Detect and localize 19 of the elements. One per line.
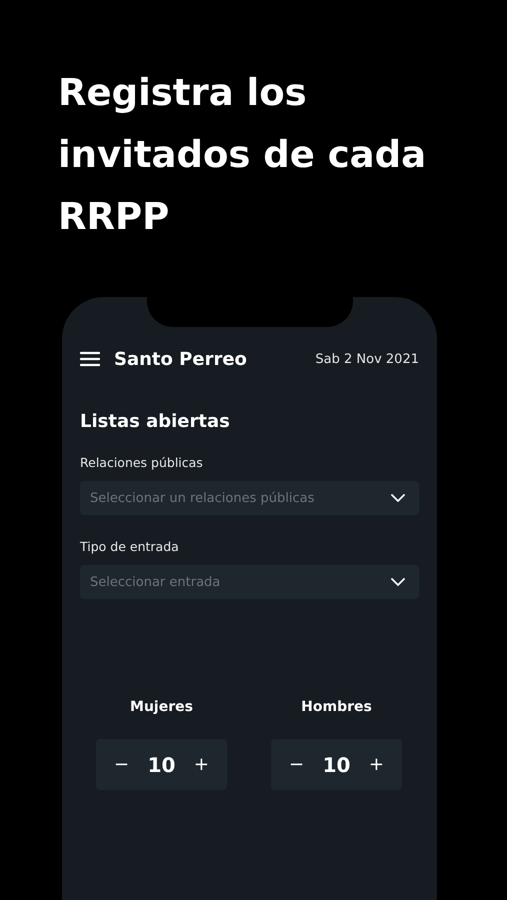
select-placeholder: Seleccionar entrada	[90, 574, 220, 590]
section-title: Listas abiertas	[80, 411, 231, 433]
increment-button[interactable]: +	[192, 754, 211, 775]
counter-label: Mujeres	[130, 699, 193, 717]
select-placeholder: Seleccionar un relaciones públicas	[90, 490, 314, 506]
menu-icon[interactable]	[80, 351, 100, 367]
headline: Registra los invitados de cada RRPP	[58, 70, 428, 240]
event-date: Sab 2 Nov 2021	[315, 352, 419, 366]
chevron-icon	[391, 578, 405, 586]
field-label: Tipo de entrada	[80, 539, 180, 555]
decrement-button[interactable]: −	[287, 754, 306, 775]
increment-button[interactable]: +	[366, 754, 386, 775]
field-label: Relaciones públicas	[80, 455, 204, 471]
counter-value: 10	[322, 752, 350, 776]
decrement-button[interactable]: −	[112, 754, 132, 775]
chevron-icon	[391, 494, 405, 502]
counter-value: 10	[148, 752, 176, 776]
counter-label: Hombres	[301, 699, 372, 717]
app-title: Santo Perreo	[114, 348, 247, 370]
